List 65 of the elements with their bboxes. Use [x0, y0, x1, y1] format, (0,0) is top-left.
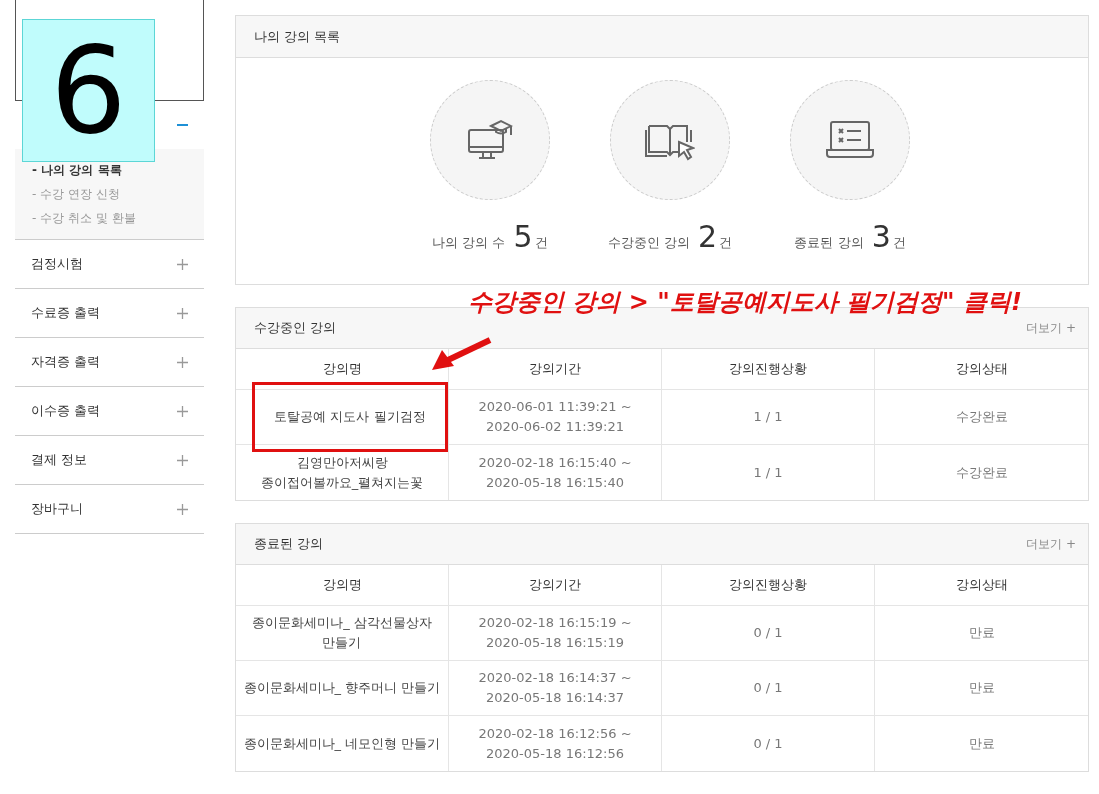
sidebar-item-label: 장바구니	[31, 500, 83, 519]
sidebar-item[interactable]: 자격증 출력	[15, 338, 204, 387]
stat-unit: 건	[892, 234, 906, 252]
plus-icon[interactable]	[177, 258, 188, 270]
column-header: 강의상태	[875, 349, 1088, 390]
stat-label: 수강중인 강의	[607, 234, 690, 252]
table-cell-text: 만료	[967, 734, 996, 753]
step-number-badge: 6	[22, 19, 155, 162]
card-title: 종료된 강의	[254, 535, 324, 554]
course-title[interactable]: 종이문화세미나_ 향주머니 만들기	[236, 661, 449, 716]
submenu-link[interactable]: - 나의 강의 목록	[32, 161, 204, 179]
table-cell-text: 수강완료	[954, 463, 1009, 482]
column-header: 강의진행상황	[662, 349, 875, 390]
sidebar-item-label: 자격증 출력	[31, 353, 101, 372]
sidebar-item[interactable]: 결제 정보	[15, 436, 204, 485]
sidebar-item-label: 결제 정보	[31, 451, 88, 470]
more-link[interactable]: 더보기 +	[1026, 535, 1076, 553]
course-title[interactable]: 토탈공예 지도사 필기검정	[274, 407, 426, 427]
column-header: 강의진행상황	[662, 565, 875, 606]
stat-count: 5	[513, 222, 533, 252]
column-header: 강의명	[236, 565, 449, 606]
table-cell: 만료	[875, 606, 1088, 661]
table-cell: 만료	[875, 661, 1088, 716]
table-cell: 2020-06-01 11:39:21 ~ 2020-06-02 11:39:21	[449, 390, 662, 445]
plus-icon[interactable]	[177, 405, 188, 417]
course-title[interactable]: 종이문화세미나_ 삼각선물상자 만들기	[236, 606, 449, 661]
sidebar-item[interactable]: 이수증 출력	[15, 387, 204, 436]
card-title: 수강중인 강의	[254, 319, 337, 338]
annotation-arrow	[430, 336, 492, 372]
stat-count: 2	[698, 222, 718, 252]
course-title[interactable]: 김영만아저씨랑 종이접어볼까요_펼쳐지는꽃	[236, 445, 449, 500]
stat-label: 나의 강의 수	[432, 234, 506, 252]
table-cell: 2020-02-18 16:12:56 ~ 2020-05-18 16:12:56	[449, 716, 662, 771]
table-cell: 2020-02-18 16:15:19 ~ 2020-05-18 16:15:19	[449, 606, 662, 661]
column-header: 강의상태	[875, 565, 1088, 606]
table-cell: 2020-02-18 16:14:37 ~ 2020-05-18 16:14:37	[449, 661, 662, 716]
plus-icon[interactable]	[177, 454, 188, 466]
stat-unit: 건	[534, 234, 548, 252]
card-title: 나의 강의 목록	[254, 27, 341, 46]
table-cell: 1 / 1	[662, 390, 875, 445]
annotation-text: 수강중인 강의 > "토탈공예지도사 필기검정" 클릭!	[468, 287, 1022, 317]
stat-unit: 건	[719, 234, 733, 252]
stat-count: 3	[871, 222, 891, 252]
column-header: 강의기간	[449, 349, 662, 390]
table-cell: 0 / 1	[662, 716, 875, 771]
plus-icon[interactable]	[177, 356, 188, 368]
laptop-checklist-icon	[825, 120, 876, 160]
sidebar-item-label: 이수증 출력	[31, 402, 101, 421]
more-link[interactable]: 더보기 +	[1026, 319, 1076, 337]
monitor-with-graduation-cap-icon	[466, 118, 513, 162]
plus-icon[interactable]	[177, 307, 188, 319]
sidebar-item[interactable]: 검정시험	[15, 240, 204, 289]
sidebar-item-label: 검정시험	[31, 255, 83, 274]
table-cell: 2020-02-18 16:15:40 ~ 2020-05-18 16:15:40	[449, 445, 662, 500]
sidebar-item-label: 수료증 출력	[31, 304, 101, 323]
sidebar-item[interactable]: 장바구니	[15, 485, 204, 534]
sidebar-item[interactable]: 수료증 출력	[15, 289, 204, 338]
plus-icon[interactable]	[177, 503, 188, 515]
table-cell: 수강완료	[875, 390, 1088, 445]
stat-label: 종료된 강의	[794, 234, 864, 252]
table-cell: 1 / 1	[662, 445, 875, 500]
table-cell: 0 / 1	[662, 606, 875, 661]
course-title[interactable]: 종이문화세미나_ 네모인형 만들기	[236, 716, 449, 771]
table-cell: 0 / 1	[662, 661, 875, 716]
column-header: 강의기간	[449, 565, 662, 606]
